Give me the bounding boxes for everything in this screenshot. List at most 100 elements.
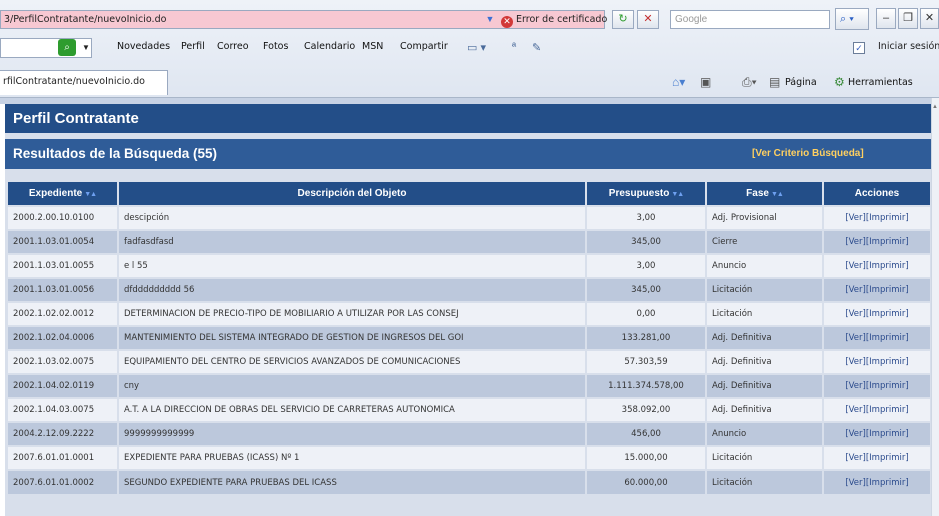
table-row: 2002.1.04.03.0075 A.T. A LA DIRECCION DE … bbox=[8, 397, 930, 422]
cell-descripcion: 9999999999999 bbox=[118, 421, 587, 446]
print-link[interactable]: [Imprimir] bbox=[866, 453, 909, 463]
close-icon[interactable]: ✕ bbox=[920, 8, 939, 29]
cell-descripcion: DETERMINACION DE PRECIO-TIPO DE MOBILIAR… bbox=[118, 301, 587, 326]
home-icon[interactable]: ⌂▾ bbox=[672, 75, 685, 89]
toolbar-search-box[interactable] bbox=[0, 38, 92, 58]
stop-icon[interactable]: ✕ bbox=[637, 10, 659, 29]
print-link[interactable]: [Imprimir] bbox=[866, 237, 909, 247]
results-panel: Resultados de la Búsqueda (55) [Ver Crit… bbox=[5, 133, 931, 516]
print-link[interactable]: [Imprimir] bbox=[866, 478, 909, 488]
header-fase[interactable]: Fase ▼▲ bbox=[706, 182, 824, 206]
cell-fase: Licitación bbox=[706, 301, 824, 326]
cell-acciones: [Ver][Imprimir] bbox=[823, 253, 930, 278]
search-icon[interactable]: ⌕ ▾ bbox=[835, 8, 869, 30]
view-criteria-link[interactable]: [Ver Criterio Búsqueda] bbox=[752, 139, 864, 169]
cell-fase: Licitación bbox=[706, 445, 824, 470]
toolbar-item-fotos[interactable]: Fotos bbox=[263, 41, 288, 52]
cell-presupuesto: 345,00 bbox=[586, 229, 707, 254]
print-link[interactable]: [Imprimir] bbox=[866, 333, 909, 343]
view-link[interactable]: [Ver] bbox=[845, 478, 866, 488]
print-link[interactable]: [Imprimir] bbox=[866, 261, 909, 271]
print-icon[interactable]: ⎙▾ bbox=[742, 75, 757, 90]
page-menu[interactable]: Página bbox=[785, 77, 817, 88]
view-link[interactable]: [Ver] bbox=[845, 333, 866, 343]
table-header-row: Expediente ▼▲ Descripción del Objeto Pres… bbox=[8, 182, 930, 206]
toolbar-item-msn[interactable]: MSN bbox=[362, 41, 383, 52]
toolbar-item-correo[interactable]: Correo bbox=[217, 41, 249, 52]
cell-expediente: 2004.2.12.09.2222 bbox=[8, 421, 119, 446]
address-row: 3/PerfilContratante/nuevoInicio.do ▼ ✕ Er… bbox=[0, 2, 939, 32]
view-link[interactable]: [Ver] bbox=[845, 357, 866, 367]
toolbar-dropdown-icon[interactable]: ▼ bbox=[82, 39, 90, 56]
translate-icon[interactable]: ª bbox=[512, 41, 516, 53]
tools-menu[interactable]: Herramientas bbox=[848, 77, 913, 88]
print-link[interactable]: [Imprimir] bbox=[866, 309, 909, 319]
address-dropdown-icon[interactable]: ▼ bbox=[483, 11, 497, 28]
cell-acciones: [Ver][Imprimir] bbox=[823, 205, 930, 230]
cell-descripcion: SEGUNDO EXPEDIENTE PARA PRUEBAS DEL ICAS… bbox=[118, 469, 587, 494]
minimize-icon[interactable]: – bbox=[876, 8, 896, 29]
cell-descripcion: e l 55 bbox=[118, 253, 587, 278]
view-link[interactable]: [Ver] bbox=[845, 381, 866, 391]
tab-active[interactable]: rfilContratante/nuevoInicio.do bbox=[0, 70, 168, 95]
cell-presupuesto: 358.092,00 bbox=[586, 397, 707, 422]
login-checkbox-icon[interactable]: ✓ bbox=[853, 42, 865, 54]
header-expediente[interactable]: Expediente ▼▲ bbox=[8, 182, 119, 206]
page-content: ▲ Perfil Contratante Resultados de la Bú… bbox=[0, 98, 939, 516]
header-presupuesto[interactable]: Presupuesto ▼▲ bbox=[586, 182, 707, 206]
scroll-up-icon[interactable]: ▲ bbox=[932, 104, 938, 110]
view-link[interactable]: [Ver] bbox=[845, 453, 866, 463]
cell-presupuesto: 3,00 bbox=[586, 205, 707, 230]
refresh-icon[interactable]: ↻ bbox=[612, 10, 634, 29]
cell-expediente: 2007.6.01.01.0001 bbox=[8, 445, 119, 470]
mail-icon[interactable]: ▭ ▾ bbox=[467, 41, 486, 54]
table-row: 2007.6.01.01.0001 EXPEDIENTE PARA PRUEBAS… bbox=[8, 445, 930, 470]
tools-icon[interactable]: ⚙ bbox=[834, 75, 845, 89]
view-link[interactable]: [Ver] bbox=[845, 237, 866, 247]
cell-acciones: [Ver][Imprimir] bbox=[823, 373, 930, 398]
print-link[interactable]: [Imprimir] bbox=[866, 357, 909, 367]
cell-fase: Adj. Provisional bbox=[706, 205, 824, 230]
cell-fase: Adj. Definitiva bbox=[706, 373, 824, 398]
view-link[interactable]: [Ver] bbox=[845, 309, 866, 319]
sort-icon[interactable]: ▼▲ bbox=[771, 191, 784, 198]
page-title: Perfil Contratante bbox=[13, 110, 139, 127]
cell-expediente: 2002.1.04.03.0075 bbox=[8, 397, 119, 422]
toolbar-search-icon[interactable]: ⌕ bbox=[58, 39, 76, 56]
toolbar-item-compartir[interactable]: Compartir bbox=[400, 41, 448, 52]
print-link[interactable]: [Imprimir] bbox=[866, 429, 909, 439]
view-link[interactable]: [Ver] bbox=[845, 261, 866, 271]
login-link[interactable]: Iniciar sesión bbox=[878, 41, 939, 52]
certificate-error-button[interactable]: ✕ Error de certificado bbox=[497, 10, 607, 29]
table-row: 2004.2.12.09.2222 9999999999999 456,00 Anun… bbox=[8, 421, 930, 446]
vertical-scrollbar[interactable]: ▲ bbox=[931, 98, 939, 516]
view-link[interactable]: [Ver] bbox=[845, 429, 866, 439]
view-link[interactable]: [Ver] bbox=[845, 405, 866, 415]
page-icon[interactable]: ▤ bbox=[769, 75, 780, 89]
toolbar-item-calendario[interactable]: Calendario bbox=[304, 41, 355, 52]
restore-icon[interactable]: ❐ bbox=[898, 8, 918, 29]
cell-acciones: [Ver][Imprimir] bbox=[823, 469, 930, 494]
browser-chrome: 3/PerfilContratante/nuevoInicio.do ▼ ✕ Er… bbox=[0, 0, 939, 98]
cell-expediente: 2002.1.02.04.0006 bbox=[8, 325, 119, 350]
sort-icon[interactable]: ▼▲ bbox=[671, 191, 684, 198]
cell-fase: Licitación bbox=[706, 277, 824, 302]
sort-icon[interactable]: ▼▲ bbox=[84, 191, 97, 198]
feeds-icon[interactable]: ▣ bbox=[700, 75, 711, 89]
cell-acciones: [Ver][Imprimir] bbox=[823, 325, 930, 350]
search-input[interactable]: Google bbox=[670, 10, 830, 29]
view-link[interactable]: [Ver] bbox=[845, 213, 866, 223]
print-link[interactable]: [Imprimir] bbox=[866, 405, 909, 415]
print-link[interactable]: [Imprimir] bbox=[866, 381, 909, 391]
toolbar-item-novedades[interactable]: Novedades bbox=[117, 41, 170, 52]
toolbar-item-perfil[interactable]: Perfil bbox=[181, 41, 205, 52]
cell-descripcion: fadfasdfasd bbox=[118, 229, 587, 254]
view-link[interactable]: [Ver] bbox=[845, 285, 866, 295]
address-bar[interactable]: 3/PerfilContratante/nuevoInicio.do bbox=[0, 10, 532, 29]
table-row: 2002.1.03.02.0075 EQUIPAMIENTO DEL CENTRO… bbox=[8, 349, 930, 374]
cell-acciones: [Ver][Imprimir] bbox=[823, 349, 930, 374]
print-link[interactable]: [Imprimir] bbox=[866, 285, 909, 295]
print-link[interactable]: [Imprimir] bbox=[866, 213, 909, 223]
results-header: Resultados de la Búsqueda (55) [Ver Crit… bbox=[5, 139, 931, 169]
edit-icon[interactable]: ✎ bbox=[532, 41, 541, 54]
